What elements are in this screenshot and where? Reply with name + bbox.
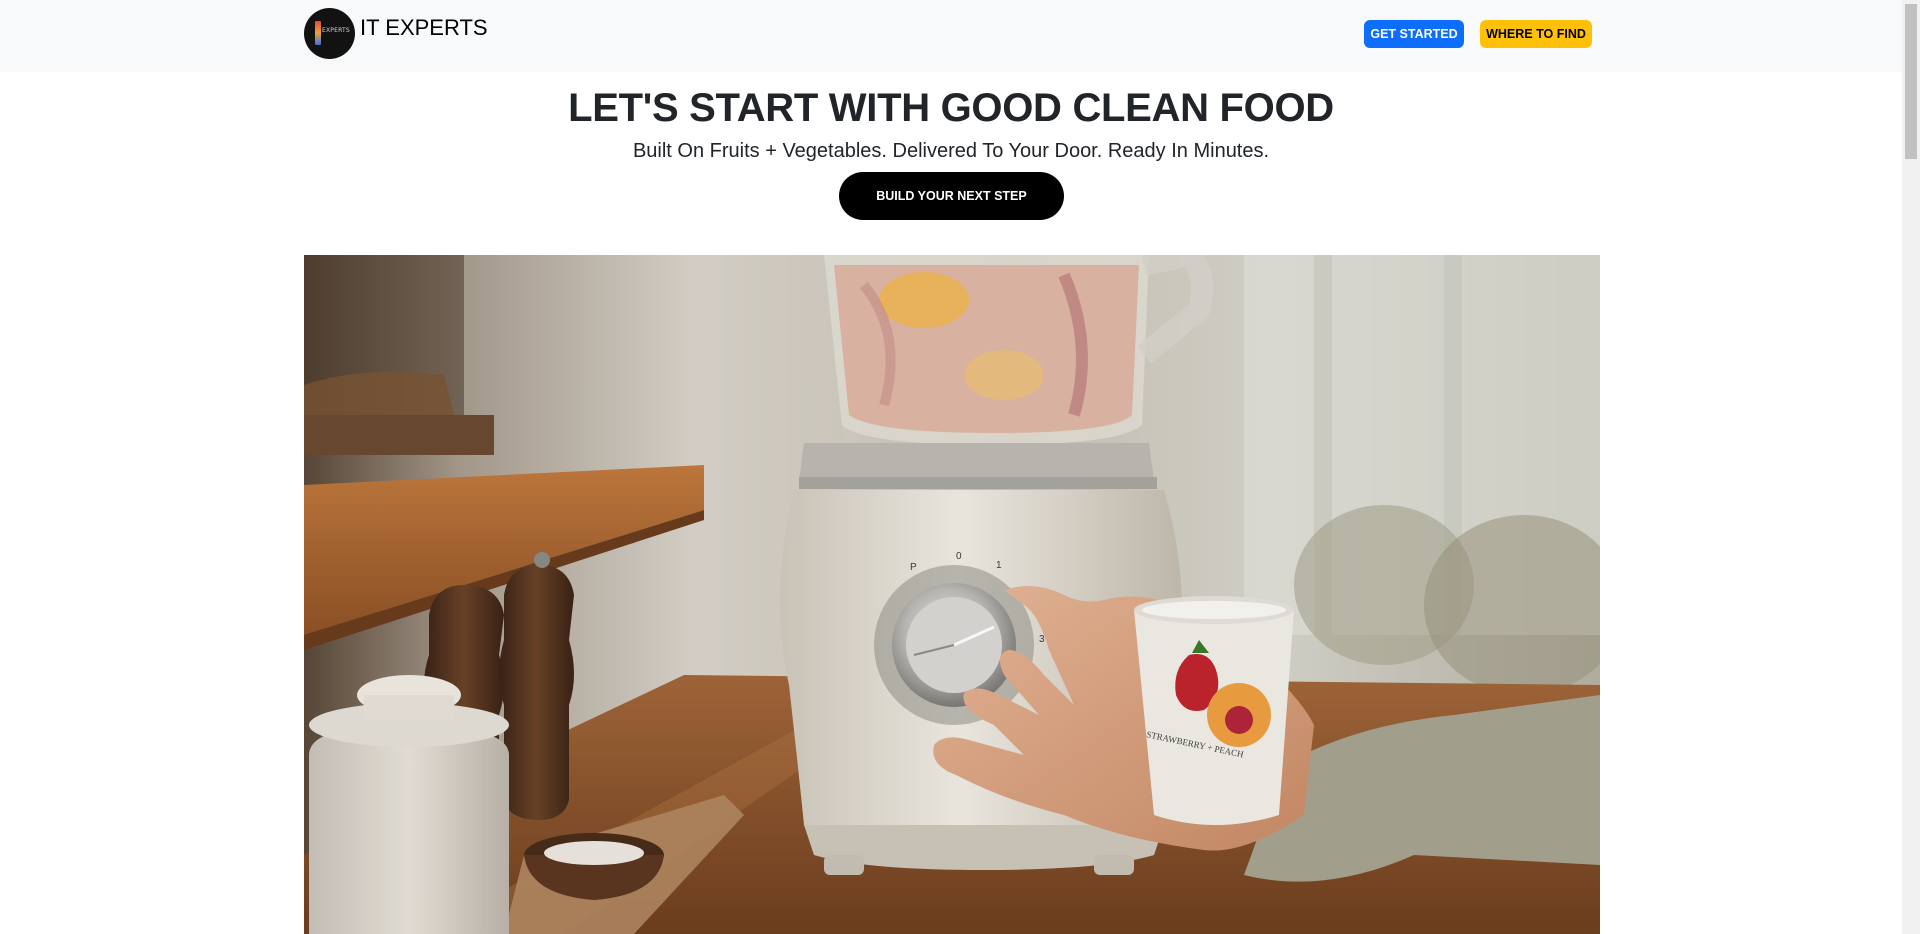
brand-logo: EXPERTS [304, 8, 355, 59]
page-scrollbar[interactable] [1902, 0, 1920, 934]
logo-text: EXPERTS [322, 27, 350, 34]
get-started-button[interactable]: GET STARTED [1364, 20, 1464, 48]
hero-subtitle: Built On Fruits + Vegetables. Delivered … [632, 140, 1270, 162]
scrollbar-thumb[interactable] [1905, 4, 1917, 159]
hero-image: P 0 1 3 4 5 STRAWBERRY + PEACH [304, 255, 1600, 934]
where-to-find-button[interactable]: WHERE TO FIND [1480, 20, 1592, 48]
logo-mark [315, 21, 321, 45]
brand-name: IT EXPERTS [360, 14, 488, 40]
brand-link[interactable]: EXPERTS IT EXPERTS [304, 8, 488, 59]
hero-title: LET'S START WITH GOOD CLEAN FOOD [568, 86, 1334, 130]
navbar: EXPERTS IT EXPERTS GET STARTED WHERE TO … [0, 0, 1902, 72]
build-next-step-button[interactable]: BUILD YOUR NEXT STEP [839, 172, 1064, 220]
